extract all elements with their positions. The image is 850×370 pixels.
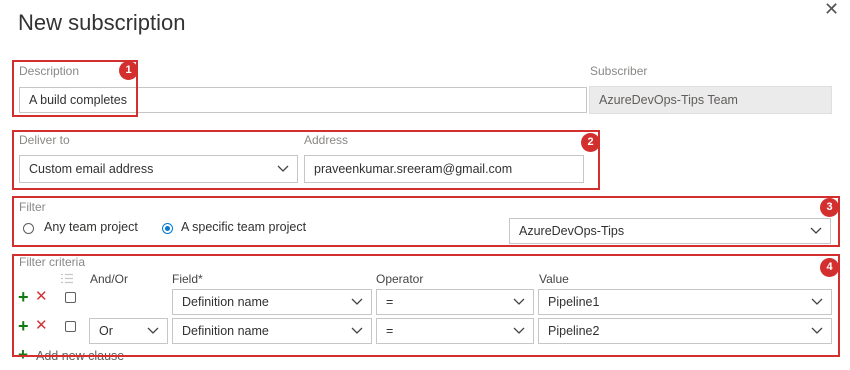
subscriber-label: Subscriber [590,64,648,78]
dialog-title: New subscription [18,10,186,35]
badge-3: 3 [820,198,839,217]
highlight-box-2 [12,130,600,190]
close-icon[interactable]: ✕ [824,0,839,18]
highlight-box-3 [12,196,840,247]
highlight-box-4 [12,254,840,357]
badge-4: 4 [820,258,839,277]
badge-1: 1 [119,61,138,80]
subscriber-field: AzureDevOps-Tips Team [589,86,832,114]
badge-2: 2 [581,133,600,152]
